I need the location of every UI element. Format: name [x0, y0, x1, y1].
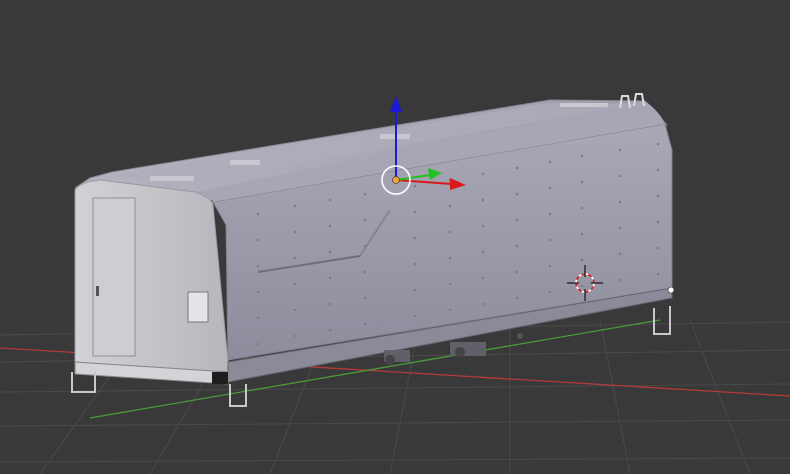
- vertex-dot: [667, 286, 675, 294]
- door-handle: [96, 286, 99, 296]
- gizmo-z-arrow[interactable]: [390, 96, 402, 112]
- end-vent: [187, 291, 209, 323]
- viewport-canvas[interactable]: [0, 0, 790, 474]
- 3d-viewport[interactable]: [0, 0, 790, 474]
- coupler-block: [212, 372, 228, 384]
- boxcar-model[interactable]: [71, 93, 673, 407]
- end-door: [92, 197, 136, 357]
- object-origin-dot: [392, 176, 400, 184]
